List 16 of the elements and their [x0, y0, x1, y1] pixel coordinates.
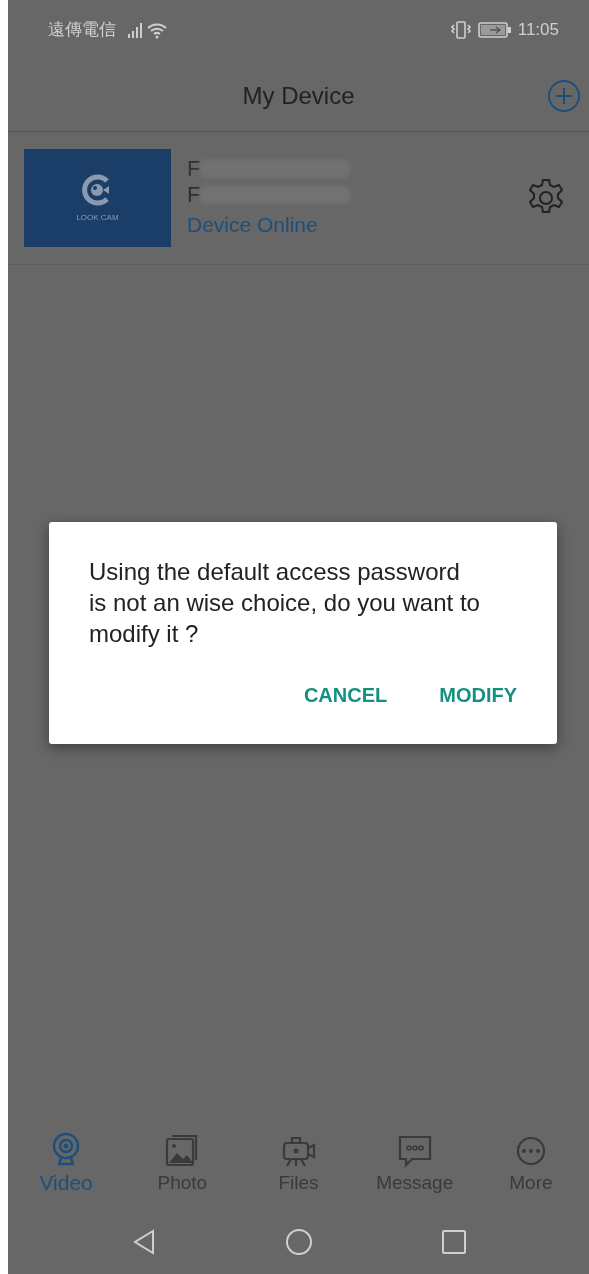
device-id: F	[187, 182, 201, 209]
device-status: Device Online	[187, 211, 319, 238]
dialog-message: Using the default access password is not an wise choice, do you want to modify it ?	[89, 557, 481, 650]
dialog-button[interactable]: CANCEL	[301, 673, 390, 716]
vibrate-icon	[449, 20, 472, 40]
page-title: My Device	[242, 80, 355, 111]
wifi-icon	[146, 21, 168, 39]
clock-time: 11:05	[517, 19, 559, 42]
camera-thumbnail[interactable]: LOOK CAM	[24, 149, 171, 247]
battery-icon	[477, 21, 512, 39]
home-icon[interactable]	[284, 1228, 313, 1256]
nav-tab[interactable]: Video	[8, 1131, 125, 1199]
logo-text: LOOK CAM	[76, 212, 119, 224]
recents-icon[interactable]	[440, 1229, 467, 1255]
carrier-name: 遠傳電信	[48, 19, 116, 42]
dialog-button[interactable]: MODIFY	[437, 673, 519, 716]
